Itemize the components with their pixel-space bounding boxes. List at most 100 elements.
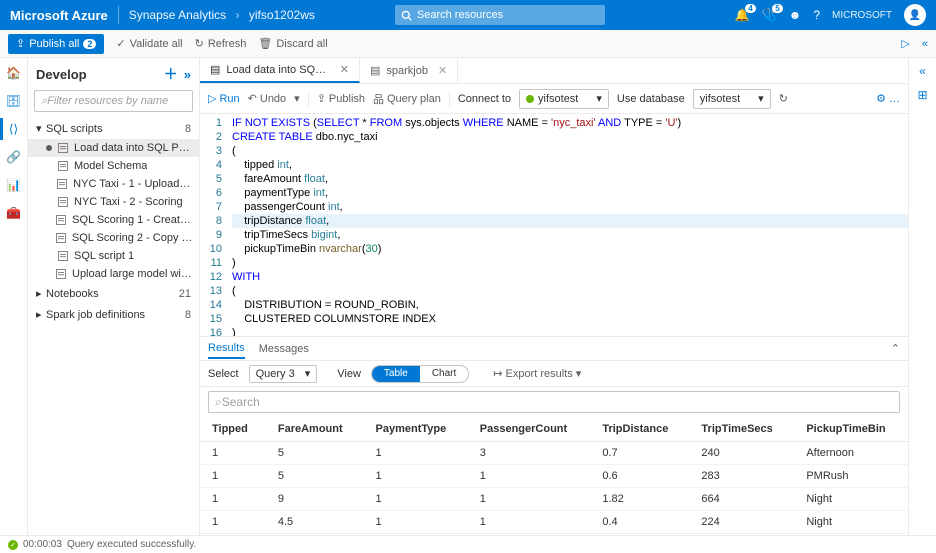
feedback-icon[interactable]: ☻	[789, 8, 802, 22]
search-icon: ⌕	[215, 395, 222, 410]
close-icon[interactable]: ✕	[438, 64, 447, 77]
table-row[interactable]: 15110.6283PMRush	[200, 465, 908, 488]
breadcrumb: Synapse Analytics › yifso1202ws	[129, 8, 315, 22]
breadcrumb-workspace[interactable]: yifso1202ws	[249, 8, 315, 22]
upload-icon: ⇪	[16, 37, 25, 50]
section-sql-scripts[interactable]: ▾SQL scripts8	[28, 118, 199, 139]
col-TripDistance[interactable]: TripDistance	[590, 417, 689, 442]
pane-title: Develop	[36, 67, 87, 82]
trash-icon: 🗑	[258, 37, 272, 50]
main-area: ▤Load data into SQL P...✕▤sparkjob✕ ▷ Ru…	[200, 58, 908, 535]
pane-more-button[interactable]: »	[184, 67, 191, 82]
refresh-db-button[interactable]: ↻	[779, 92, 788, 105]
account-label[interactable]: MICROSOFT	[832, 10, 892, 21]
left-rail: 🏠 🗄 ⟨⟩ 🔗 📊 🧰	[0, 58, 28, 535]
rail-integrate-icon[interactable]: 🔗	[5, 148, 23, 166]
table-row[interactable]: 19111.82664Night	[200, 488, 908, 511]
properties-icon[interactable]: «	[919, 64, 926, 78]
spark-icon: ▤	[370, 64, 380, 77]
global-search-input[interactable]: Search resources	[395, 5, 605, 25]
close-icon[interactable]: ✕	[340, 63, 349, 76]
col-Tipped[interactable]: Tipped	[200, 417, 266, 442]
col-PaymentType[interactable]: PaymentType	[364, 417, 468, 442]
editor-tab-1[interactable]: ▤sparkjob✕	[360, 58, 458, 83]
related-icon[interactable]: ⊞	[917, 88, 927, 102]
publish-all-button[interactable]: ⇪ Publish all 2	[8, 34, 104, 54]
right-rail: « ⊞	[908, 58, 936, 535]
undo-button[interactable]: ↶ Undo	[248, 92, 287, 105]
sidebar-item-sql-1[interactable]: Model Schema	[28, 157, 199, 175]
undo-dropdown[interactable]: ▾	[294, 92, 300, 105]
check-icon: ✓	[116, 37, 125, 50]
filter-input[interactable]: ⌕ Filter resources by name	[34, 90, 193, 112]
table-row[interactable]: 15130.7240Afternoon	[200, 442, 908, 465]
col-PassengerCount[interactable]: PassengerCount	[468, 417, 591, 442]
diagnostics-icon[interactable]: 🩺5	[762, 8, 777, 22]
command-bar: ⇪ Publish all 2 ✓Validate all ↻Refresh 🗑…	[0, 30, 936, 58]
results-panel: Results Messages ⌃ Select Query 3▾ View …	[200, 336, 908, 535]
brand[interactable]: Microsoft Azure	[10, 8, 108, 23]
query-plan-button[interactable]: 品 Query plan	[373, 91, 441, 107]
tab-results[interactable]: Results	[208, 339, 245, 359]
view-label: View	[337, 368, 361, 380]
status-message: Query executed successfully.	[67, 539, 196, 550]
sql-editor[interactable]: 12345678910111213141516171819202122 IF N…	[200, 114, 908, 336]
col-TripTimeSecs[interactable]: TripTimeSecs	[689, 417, 794, 442]
sidebar-item-sql-6[interactable]: SQL script 1	[28, 247, 199, 265]
status-bar: ✓ 00:00:03 Query executed successfully.	[0, 535, 936, 553]
avatar[interactable]: 👤	[904, 4, 926, 26]
sidebar-item-sql-3[interactable]: NYC Taxi - 2 - Scoring	[28, 193, 199, 211]
sidebar-item-sql-2[interactable]: NYC Taxi - 1 - Upload model	[28, 175, 199, 193]
discard-all-button[interactable]: 🗑Discard all	[258, 37, 327, 50]
query-select-dropdown[interactable]: Query 3▾	[249, 365, 318, 383]
results-search-input[interactable]: ⌕ Search	[208, 391, 900, 413]
success-icon: ✓	[8, 540, 18, 550]
refresh-icon: ↻	[195, 37, 204, 50]
export-results-button[interactable]: ↦ Export results ▾	[493, 367, 581, 380]
search-icon	[401, 10, 412, 21]
rail-monitor-icon[interactable]: 📊	[5, 176, 23, 194]
editor-tabs: ▤Load data into SQL P...✕▤sparkjob✕	[200, 58, 908, 84]
table-row[interactable]: 17.5111.1589AMRush	[200, 534, 908, 536]
breadcrumb-service[interactable]: Synapse Analytics	[129, 8, 226, 22]
run-all-button[interactable]: ▷	[901, 37, 909, 50]
col-FareAmount[interactable]: FareAmount	[266, 417, 364, 442]
editor-tab-0[interactable]: ▤Load data into SQL P...✕	[200, 58, 360, 83]
sql-icon: ▤	[210, 63, 220, 76]
rail-data-icon[interactable]: 🗄	[5, 92, 23, 110]
select-label: Select	[208, 368, 239, 380]
collapse-results-button[interactable]: ⌃	[891, 342, 900, 355]
sidebar-item-sql-0[interactable]: Load data into SQL Pool	[28, 139, 199, 157]
add-resource-button[interactable]: ＋	[164, 64, 178, 84]
help-icon[interactable]: ?	[813, 8, 820, 22]
sidebar-item-sql-5[interactable]: SQL Scoring 2 - Copy model into mo...	[28, 229, 199, 247]
database-dropdown[interactable]: yifsotest▾	[693, 89, 771, 109]
rail-manage-icon[interactable]: 🧰	[5, 204, 23, 222]
table-row[interactable]: 14.5110.4224Night	[200, 511, 908, 534]
sidebar-item-sql-7[interactable]: Upload large model with COPY INTO	[28, 265, 199, 283]
col-PickupTimeBin[interactable]: PickupTimeBin	[794, 417, 908, 442]
publish-button[interactable]: ⇪ Publish	[317, 92, 365, 105]
connect-to-label: Connect to	[458, 93, 511, 105]
rail-develop-icon[interactable]: ⟨⟩	[5, 120, 23, 138]
validate-all-button[interactable]: ✓Validate all	[116, 37, 182, 50]
use-db-label: Use database	[617, 93, 685, 105]
status-time: 00:00:03	[23, 539, 62, 550]
section-notebooks[interactable]: ▸Notebooks21	[28, 283, 199, 304]
notifications-icon[interactable]: 🔔4	[735, 8, 750, 22]
refresh-button[interactable]: ↻Refresh	[195, 37, 247, 50]
pool-dropdown[interactable]: yifsotest▾	[519, 89, 609, 109]
rail-home-icon[interactable]: 🏠	[5, 64, 23, 82]
develop-pane: Develop ＋ » ⌕ Filter resources by name ▾…	[28, 58, 200, 535]
results-table: TippedFareAmountPaymentTypePassengerCoun…	[200, 417, 908, 535]
section-spark[interactable]: ▸Spark job definitions8	[28, 304, 199, 325]
view-chart[interactable]: Chart	[420, 366, 468, 382]
tab-messages[interactable]: Messages	[259, 340, 309, 358]
run-button[interactable]: ▷ Run	[208, 92, 240, 105]
settings-button[interactable]: ⚙ …	[876, 92, 900, 105]
view-toggle[interactable]: Table Chart	[371, 365, 469, 383]
sidebar-item-sql-4[interactable]: SQL Scoring 1 - Create model table	[28, 211, 199, 229]
view-table[interactable]: Table	[372, 366, 420, 382]
expand-button[interactable]: «	[922, 38, 928, 50]
azure-topbar: Microsoft Azure Synapse Analytics › yifs…	[0, 0, 936, 30]
